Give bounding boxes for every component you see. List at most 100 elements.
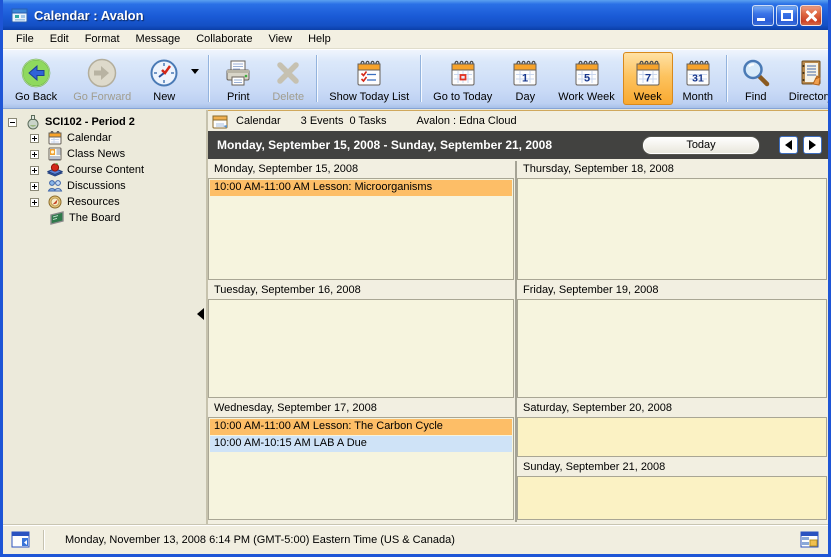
go-forward-label: Go Forward: [73, 91, 131, 103]
status-separator: [43, 530, 45, 550]
directory-button[interactable]: Directory: [781, 52, 831, 105]
day-cell-saturday[interactable]: Saturday, September 20, 2008: [517, 400, 828, 459]
menu-file[interactable]: File: [8, 31, 42, 47]
go-to-today-label: Go to Today: [433, 91, 492, 103]
sidebar-splitter[interactable]: [196, 110, 208, 524]
month-view-button[interactable]: 31 Month: [673, 52, 723, 105]
previous-week-button[interactable]: [779, 136, 798, 154]
newspaper-icon: [47, 146, 63, 162]
sidebar-item-course-content[interactable]: Course Content: [3, 162, 196, 178]
week-range-bar: Monday, September 15, 2008 - Sunday, Sep…: [208, 131, 828, 159]
collapse-box-icon[interactable]: [8, 118, 17, 127]
sidebar-item-calendar[interactable]: Calendar: [3, 130, 196, 146]
week-range-title: Monday, September 15, 2008 - Sunday, Sep…: [217, 138, 642, 152]
svg-text:31: 31: [692, 73, 704, 85]
day-header-tuesday: Tuesday, September 16, 2008: [208, 282, 515, 299]
week-grid: Monday, September 15, 2008 10:00 AM-11:0…: [208, 161, 828, 522]
go-forward-button[interactable]: Go Forward: [65, 52, 139, 105]
print-label: Print: [227, 91, 250, 103]
discussion-people-icon: [47, 178, 63, 194]
event-lesson-microorganisms[interactable]: 10:00 AM-11:00 AM Lesson: Microorganisms: [210, 180, 512, 196]
new-dropdown-arrow[interactable]: [189, 52, 205, 105]
go-to-today-button[interactable]: Go to Today: [425, 52, 500, 105]
day-header-wednesday: Wednesday, September 17, 2008: [208, 400, 515, 417]
day-header-saturday: Saturday, September 20, 2008: [517, 400, 828, 417]
app-window: Calendar : Avalon File Edit Format Messa…: [0, 0, 831, 557]
event-lesson-carbon-cycle[interactable]: 10:00 AM-11:00 AM Lesson: The Carbon Cyc…: [210, 419, 512, 435]
find-icon: [739, 56, 773, 90]
sidebar-item-discussions[interactable]: Discussions: [3, 178, 196, 194]
expand-box-icon[interactable]: [30, 198, 39, 207]
expand-box-icon[interactable]: [30, 150, 39, 159]
week-view-button[interactable]: 7 Week: [623, 52, 673, 105]
day-cell-tuesday[interactable]: Tuesday, September 16, 2008: [208, 282, 515, 400]
menu-help[interactable]: Help: [300, 31, 339, 47]
new-button[interactable]: New: [139, 52, 189, 105]
go-to-today-icon: [446, 56, 480, 90]
expand-box-icon[interactable]: [30, 134, 39, 143]
compass-icon: [47, 194, 63, 210]
menu-view[interactable]: View: [260, 31, 300, 47]
maximize-icon: [781, 10, 793, 21]
calendar-panel: Calendar 3 Events 0 Tasks Avalon : Edna …: [208, 110, 828, 524]
day-cell-friday[interactable]: Friday, September 19, 2008: [517, 282, 828, 400]
maximize-button[interactable]: [776, 5, 798, 26]
day-cell-thursday[interactable]: Thursday, September 18, 2008: [517, 161, 828, 282]
toolbar-separator: [316, 55, 318, 102]
day-view-icon: 1: [508, 56, 542, 90]
day-cell-wednesday[interactable]: Wednesday, September 17, 2008 10:00 AM-1…: [208, 400, 515, 522]
day-cell-monday[interactable]: Monday, September 15, 2008 10:00 AM-11:0…: [208, 161, 515, 282]
day-body-saturday[interactable]: [517, 417, 827, 457]
go-back-button[interactable]: Go Back: [7, 52, 65, 105]
sidebar-item-resources[interactable]: Resources: [3, 194, 196, 210]
app-calendar-icon: [11, 6, 29, 24]
day-body-wednesday[interactable]: 10:00 AM-11:00 AM Lesson: The Carbon Cyc…: [208, 417, 514, 520]
day-body-friday[interactable]: [517, 299, 827, 398]
work-week-view-button[interactable]: 5 Work Week: [550, 52, 622, 105]
sidebar-item-class-news[interactable]: Class News: [3, 146, 196, 162]
flask-icon: [25, 114, 41, 130]
split-view-icon[interactable]: [800, 531, 820, 548]
chalkboard-icon: [49, 210, 65, 226]
tree-root-sci102[interactable]: SCI102 - Period 2: [3, 114, 196, 130]
today-list-icon: [352, 56, 386, 90]
sidebar-item-label: Discussions: [67, 180, 126, 192]
day-body-thursday[interactable]: [517, 178, 827, 280]
month-view-icon: 31: [681, 56, 715, 90]
menu-collaborate[interactable]: Collaborate: [188, 31, 260, 47]
window-layout-icon[interactable]: [11, 531, 31, 548]
delete-label: Delete: [272, 91, 304, 103]
expand-box-icon[interactable]: [30, 182, 39, 191]
collapse-sidebar-icon[interactable]: [197, 308, 204, 320]
day-body-monday[interactable]: 10:00 AM-11:00 AM Lesson: Microorganisms: [208, 178, 514, 280]
day-view-button[interactable]: 1 Day: [500, 52, 550, 105]
arrow-left-icon: [785, 140, 792, 150]
expand-box-icon[interactable]: [30, 166, 39, 175]
directory-label: Directory: [789, 91, 831, 103]
sidebar-item-the-board[interactable]: The Board: [3, 210, 196, 226]
day-body-tuesday[interactable]: [208, 299, 514, 398]
minimize-icon: [757, 18, 765, 21]
next-week-button[interactable]: [803, 136, 822, 154]
chevron-down-icon: [191, 69, 199, 74]
menu-message[interactable]: Message: [128, 31, 189, 47]
delete-button[interactable]: Delete: [263, 52, 313, 105]
menu-edit[interactable]: Edit: [42, 31, 77, 47]
day-header-monday: Monday, September 15, 2008: [208, 161, 515, 178]
events-count: 3 Events: [301, 115, 344, 127]
day-cell-sunday[interactable]: Sunday, September 21, 2008: [517, 459, 828, 522]
close-button[interactable]: [800, 5, 822, 26]
go-back-icon: [19, 56, 53, 90]
titlebar[interactable]: Calendar : Avalon: [3, 0, 828, 30]
find-button[interactable]: Find: [731, 52, 781, 105]
show-today-list-button[interactable]: Show Today List: [321, 52, 417, 105]
day-body-sunday[interactable]: [517, 476, 827, 520]
minimize-button[interactable]: [752, 5, 774, 26]
menu-format[interactable]: Format: [77, 31, 128, 47]
event-lab-a-due[interactable]: 10:00 AM-10:15 AM LAB A Due: [210, 436, 512, 452]
today-button[interactable]: Today: [642, 136, 760, 155]
sidebar-item-label: Calendar: [67, 132, 112, 144]
work-week-view-label: Work Week: [558, 91, 614, 103]
print-button[interactable]: Print: [213, 52, 263, 105]
calendar-page-icon: [212, 114, 229, 129]
